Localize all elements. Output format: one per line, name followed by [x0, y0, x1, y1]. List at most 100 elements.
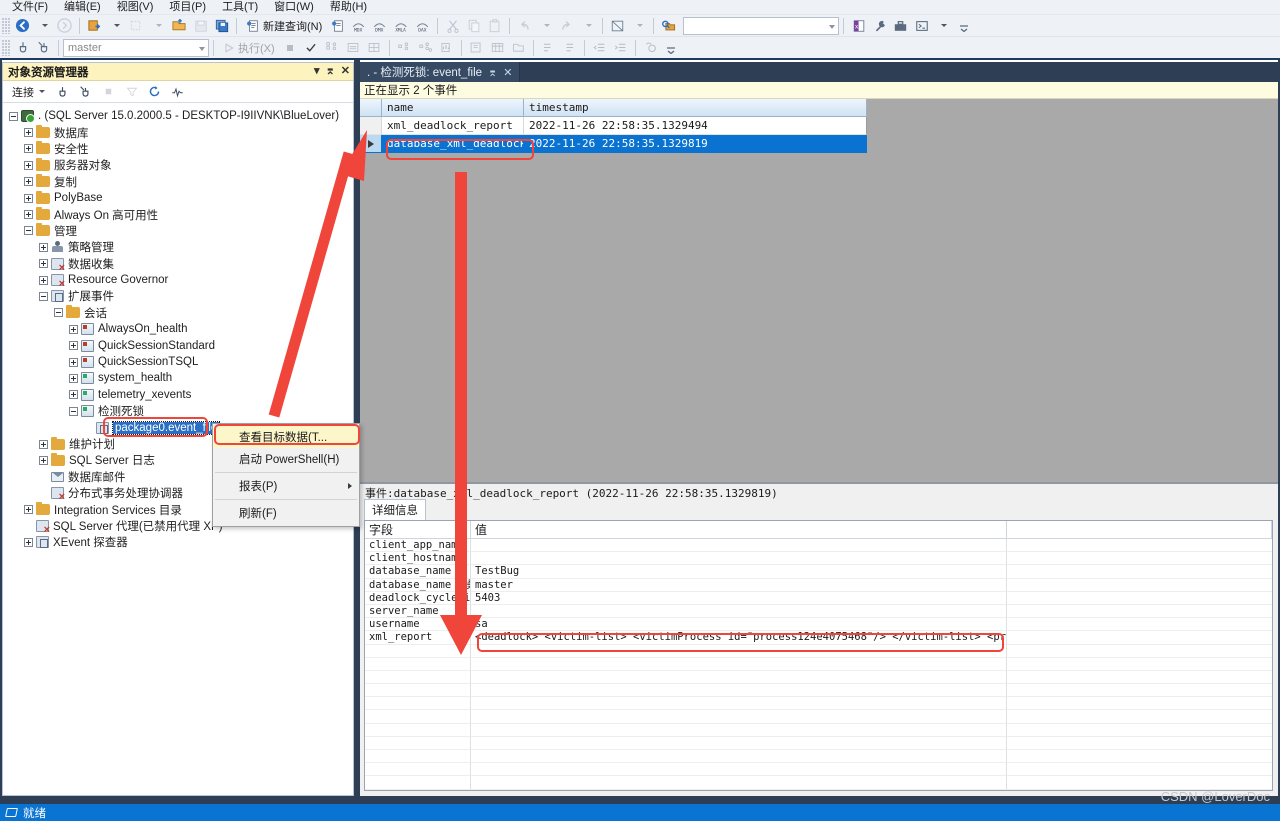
- excel-icon[interactable]: x: [848, 16, 869, 35]
- details-row[interactable]: client_hostname: [365, 552, 1272, 566]
- details-row[interactable]: database_name (操作)master: [365, 578, 1272, 592]
- connect-dropdown-icon[interactable]: [105, 16, 126, 35]
- cell-timestamp[interactable]: 2022-11-26 22:58:35.1329494: [524, 117, 867, 135]
- new-mdx-query-icon[interactable]: MDX: [348, 16, 369, 35]
- tree-node[interactable]: PolyBase: [3, 190, 353, 206]
- new-project-icon[interactable]: [126, 16, 147, 35]
- specify-values-icon[interactable]: [640, 38, 661, 57]
- query-toolbar-overflow-icon[interactable]: [661, 38, 682, 57]
- include-client-statistics-icon[interactable]: [436, 38, 457, 57]
- tree-node[interactable]: 数据收集: [3, 256, 353, 274]
- disconnect-icon[interactable]: [33, 38, 54, 57]
- collapse-icon[interactable]: [24, 226, 33, 236]
- expand-icon[interactable]: [24, 144, 33, 154]
- find-in-files-icon[interactable]: [658, 16, 679, 35]
- details-column-header[interactable]: 值: [471, 521, 1007, 539]
- details-row[interactable]: xml_report <deadlock> <victim-list> <vict…: [365, 631, 1272, 645]
- collapse-icon[interactable]: [39, 291, 48, 301]
- toolbar-grip[interactable]: [2, 17, 10, 34]
- tree-node[interactable]: 安全性: [3, 141, 353, 157]
- command-prompt-dropdown-icon[interactable]: [932, 16, 953, 35]
- display-estimated-plan-icon[interactable]: [322, 38, 343, 57]
- pin-icon[interactable]: ⌆: [488, 66, 497, 79]
- tree-node[interactable]: system_health: [3, 370, 353, 386]
- parse-icon[interactable]: [301, 38, 322, 57]
- details-value[interactable]: [471, 539, 1007, 553]
- tree-node[interactable]: Resource Governor: [3, 272, 353, 290]
- tree-node[interactable]: 检测死锁: [3, 403, 353, 419]
- connect-object-explorer-icon[interactable]: [84, 16, 105, 35]
- tree-node[interactable]: 会话: [3, 305, 353, 321]
- database-combo[interactable]: master: [63, 38, 209, 57]
- cell-name[interactable]: xml_deadlock_report: [382, 117, 524, 135]
- navigate-back-icon[interactable]: [12, 16, 33, 35]
- table-row[interactable]: database_xml_deadlock_report2022-11-26 2…: [360, 135, 867, 153]
- tree-node[interactable]: 扩展事件: [3, 288, 353, 304]
- new-project-dropdown-icon[interactable]: [147, 16, 168, 35]
- events-grid[interactable]: name timestamp xml_deadlock_report 2022-11-…: [360, 99, 867, 153]
- tree-node[interactable]: telemetry_xevents: [3, 387, 353, 403]
- details-row[interactable]: server_name: [365, 604, 1272, 619]
- tree-node[interactable]: XEvent 探查器: [3, 534, 353, 550]
- redo-dropdown-icon[interactable]: [577, 16, 598, 35]
- activity-monitor-icon[interactable]: [167, 82, 188, 101]
- expand-icon[interactable]: [24, 177, 33, 187]
- menu-item-window[interactable]: 窗口(W): [266, 0, 322, 15]
- connect-icon[interactable]: [52, 82, 73, 101]
- expand-icon[interactable]: [39, 242, 48, 252]
- close-icon[interactable]: ✕: [341, 64, 350, 79]
- comment-icon[interactable]: [538, 38, 559, 57]
- context-menu[interactable]: 查看目标数据(T... 启动 PowerShell(H) 报表(P) 刷新(F): [212, 423, 360, 527]
- expand-icon[interactable]: [69, 373, 78, 383]
- cell-name[interactable]: database_xml_deadlock_report: [382, 135, 524, 153]
- collapse-icon[interactable]: [69, 406, 78, 416]
- menu-item-file[interactable]: 文件(F): [4, 0, 56, 15]
- details-value[interactable]: [471, 552, 1007, 566]
- details-row[interactable]: client_app_name: [365, 539, 1272, 553]
- disconnect-icon[interactable]: [75, 82, 96, 101]
- tree-node[interactable]: 数据库: [3, 124, 353, 140]
- expand-icon[interactable]: [39, 275, 48, 285]
- new-analysis-query-icon[interactable]: [327, 16, 348, 35]
- expand-icon[interactable]: [24, 505, 33, 515]
- open-file-icon[interactable]: [168, 16, 190, 35]
- refresh-icon[interactable]: [144, 82, 165, 101]
- results-to-file-icon[interactable]: [466, 38, 487, 57]
- tree-node[interactable]: 管理: [3, 223, 353, 239]
- menu-item-help[interactable]: 帮助(H): [322, 0, 375, 15]
- menu-item-edit[interactable]: 编辑(E): [56, 0, 109, 15]
- stop-icon[interactable]: [98, 82, 119, 101]
- expand-icon[interactable]: [24, 210, 33, 220]
- undo-icon[interactable]: [514, 16, 535, 35]
- details-value[interactable]: master: [471, 578, 1007, 592]
- paste-icon[interactable]: [484, 16, 505, 35]
- cell-timestamp[interactable]: 2022-11-26 22:58:35.1329819: [524, 135, 867, 153]
- expand-icon[interactable]: [24, 128, 33, 138]
- new-xmla-query-icon[interactable]: XMLA: [390, 16, 412, 35]
- collapse-icon[interactable]: [9, 111, 18, 121]
- details-value[interactable]: <deadlock> <victim-list> <victimProcess …: [471, 631, 1007, 645]
- expand-icon[interactable]: [39, 455, 48, 465]
- stop-icon[interactable]: [280, 38, 301, 57]
- column-header-timestamp[interactable]: timestamp: [524, 99, 867, 116]
- tab-deadlock-event-file[interactable]: . - 检测死锁: event_file ⌆ ✕: [360, 62, 521, 82]
- expand-icon[interactable]: [24, 193, 33, 203]
- save-all-icon[interactable]: [211, 16, 232, 35]
- new-dax-query-icon[interactable]: DAX: [412, 16, 433, 35]
- expand-icon[interactable]: [24, 537, 33, 547]
- expand-icon[interactable]: [24, 160, 33, 170]
- decrease-indent-icon[interactable]: [589, 38, 610, 57]
- context-menu-item[interactable]: 报表(P): [213, 475, 359, 497]
- tab-details[interactable]: 详细信息: [364, 499, 426, 520]
- copy-icon[interactable]: [463, 16, 484, 35]
- filter-icon[interactable]: [121, 82, 142, 101]
- collapse-icon[interactable]: [54, 308, 63, 318]
- navigate-back-dropdown-icon[interactable]: [33, 16, 54, 35]
- expand-icon[interactable]: [69, 390, 78, 400]
- details-value[interactable]: 5403: [471, 591, 1007, 605]
- expand-icon[interactable]: [39, 439, 48, 449]
- window-layout-icon[interactable]: [607, 16, 628, 35]
- connect-menu-button[interactable]: 连接: [7, 82, 50, 101]
- details-value[interactable]: [471, 604, 1007, 619]
- expand-icon[interactable]: [69, 324, 78, 334]
